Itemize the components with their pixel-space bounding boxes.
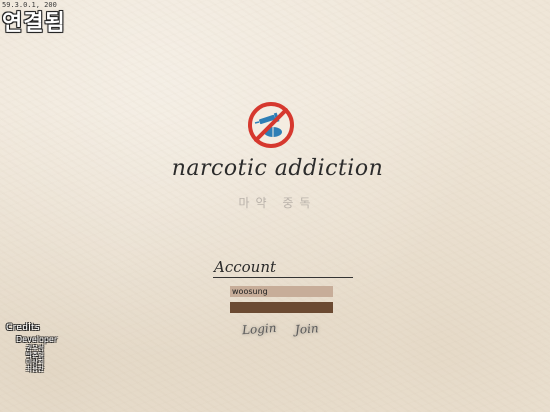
- login-button[interactable]: Login: [242, 321, 277, 337]
- account-underline: [213, 277, 353, 278]
- no-drugs-icon: [246, 100, 296, 150]
- credits-name: 최용찬: [26, 365, 44, 373]
- account-label: Account: [214, 258, 277, 276]
- credits: Credits Developer 권우성 박준일 이상희 최용찬: [6, 323, 57, 373]
- join-button[interactable]: Join: [295, 321, 320, 337]
- credits-title: Credits: [6, 323, 40, 333]
- game-title: narcotic addiction: [171, 156, 384, 181]
- credits-role: Developer: [16, 335, 58, 344]
- account-input[interactable]: [230, 286, 333, 297]
- credits-names: 권우성 박준일 이상희 최용찬: [26, 345, 44, 373]
- connection-status-text: 연결됨: [2, 11, 66, 36]
- game-subtitle: 마약 중독: [238, 196, 317, 210]
- password-input[interactable]: [230, 302, 333, 313]
